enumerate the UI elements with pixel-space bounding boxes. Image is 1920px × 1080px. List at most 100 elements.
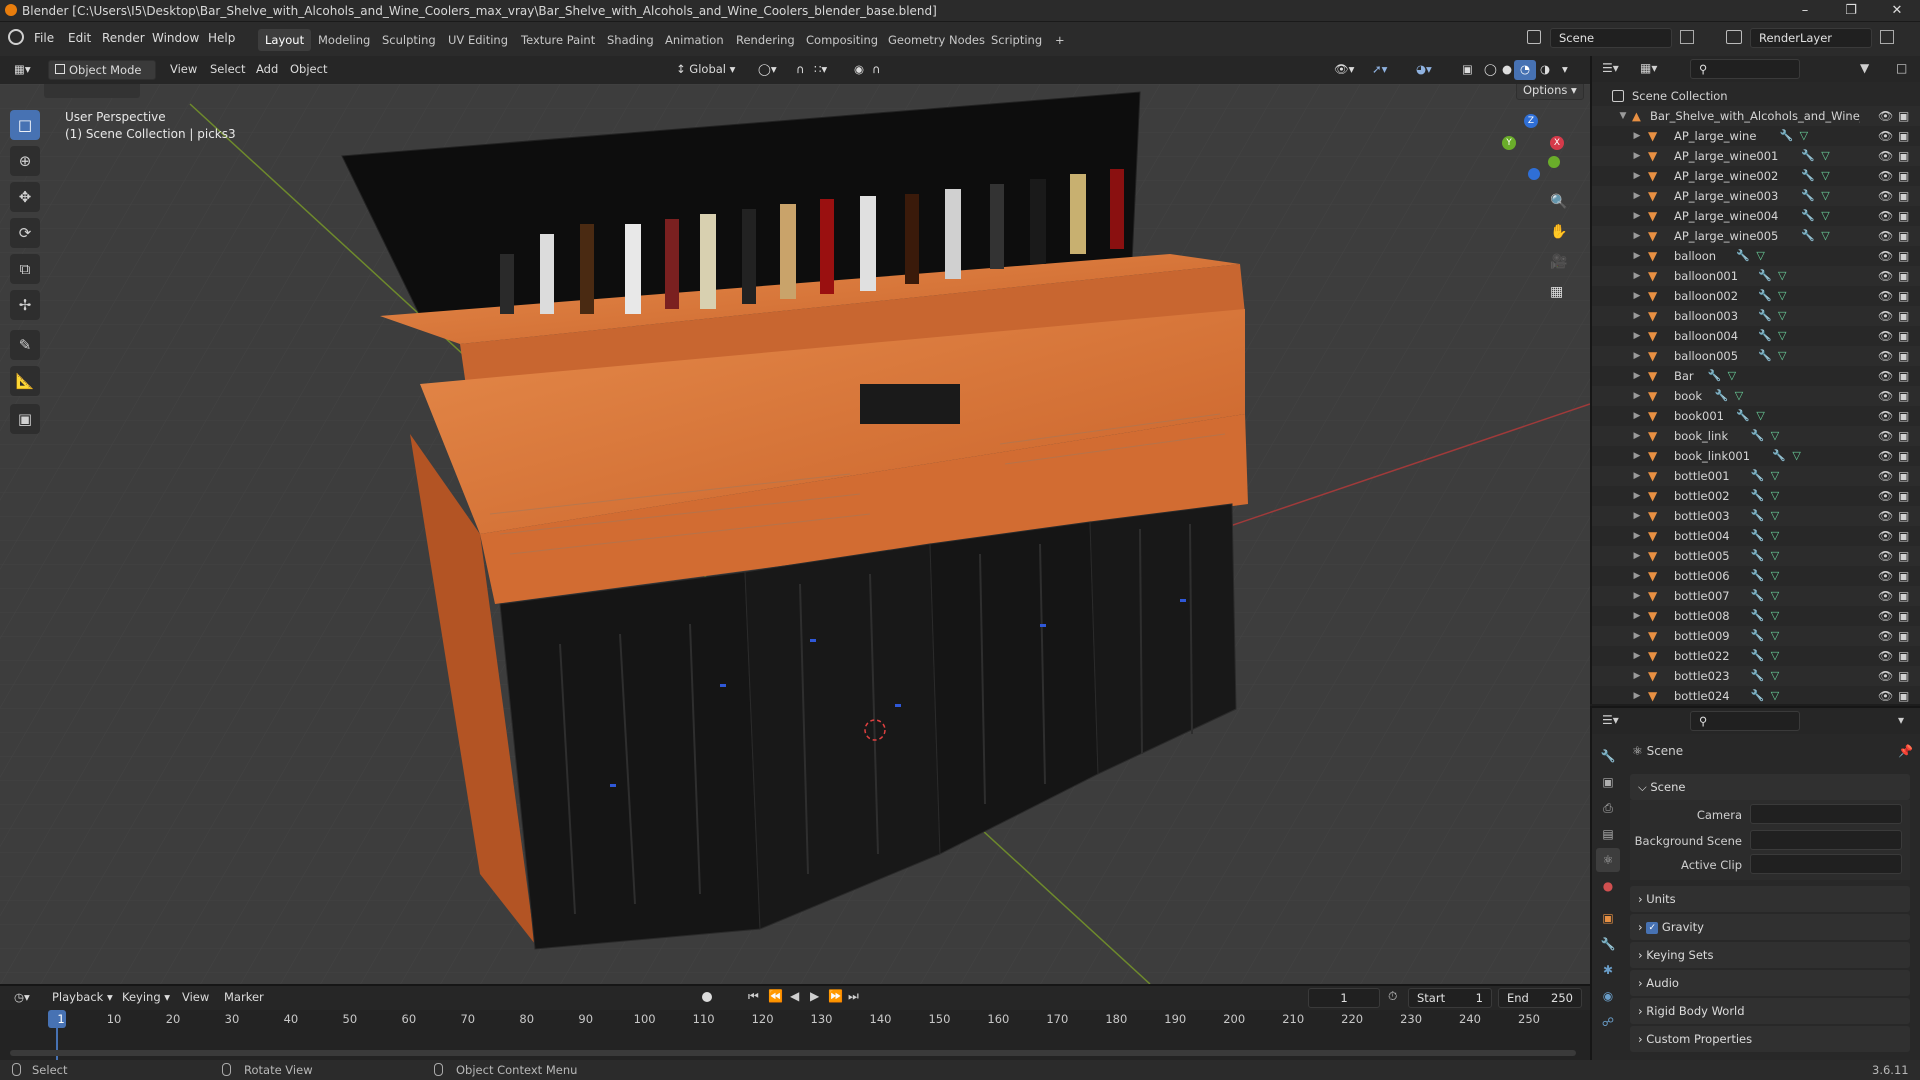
modifier-icon[interactable]: 🔧 xyxy=(1801,166,1815,186)
outliner-editor-icon[interactable]: ☰▾ xyxy=(1602,61,1619,75)
preview-range-icon[interactable]: ⏱ xyxy=(1388,989,1397,1004)
transform-orientation-dropdown[interactable]: ↕ Global ▾ xyxy=(670,60,741,80)
outliner-item[interactable]: ▶ ▼ balloon 🔧 ▽ 👁 ▣ xyxy=(1592,246,1920,266)
shading-options-icon[interactable]: ▾ xyxy=(1556,60,1574,80)
expand-arrow-icon[interactable]: ▶ xyxy=(1632,646,1642,666)
menu-playback[interactable]: Playback ▾ xyxy=(46,988,119,1008)
camera-view-icon[interactable]: 🎥 xyxy=(1550,254,1567,270)
keying-sets-panel[interactable]: › Keying Sets xyxy=(1630,942,1910,968)
modifier-icon[interactable]: 🔧 xyxy=(1758,266,1772,286)
view-layer-tab-icon[interactable]: ▤ xyxy=(1596,822,1620,846)
gizmo-y-axis[interactable]: Y xyxy=(1502,136,1516,150)
camera-render-icon[interactable]: ▣ xyxy=(1898,466,1909,486)
end-frame-field[interactable]: End 250 xyxy=(1498,988,1582,1008)
add-cube-tool[interactable]: ▣ xyxy=(10,404,40,434)
outliner-scene-collection[interactable]: Scene Collection xyxy=(1592,86,1920,106)
modifier-icon[interactable]: 🔧 xyxy=(1751,566,1765,586)
camera-render-icon[interactable]: ▣ xyxy=(1898,506,1909,526)
modifier-icon[interactable]: 🔧 xyxy=(1751,546,1765,566)
eye-icon[interactable]: 👁 xyxy=(1878,206,1893,226)
scene-panel-header[interactable]: ⌵ Scene xyxy=(1630,774,1910,800)
display-mode-icon[interactable]: ▦▾ xyxy=(1640,61,1657,75)
eye-icon[interactable]: 👁 xyxy=(1878,386,1893,406)
mesh-data-icon[interactable]: ▽ xyxy=(1756,406,1764,426)
add-workspace-button[interactable]: + xyxy=(1048,29,1072,51)
menu-object[interactable]: Object xyxy=(284,60,333,80)
expand-arrow-icon[interactable]: ▶ xyxy=(1632,606,1642,626)
3d-viewport[interactable]: User Perspective (1) Scene Collection | … xyxy=(0,84,1590,984)
expand-arrow-icon[interactable]: ▶ xyxy=(1632,406,1642,426)
expand-arrow-icon[interactable]: ▶ xyxy=(1632,246,1642,266)
editor-type-icon[interactable]: ▦▾ xyxy=(8,60,37,80)
new-scene-icon[interactable] xyxy=(1680,30,1694,44)
gizmo-x-axis[interactable]: X xyxy=(1550,136,1564,150)
falloff-icon[interactable]: ∩ xyxy=(866,60,886,80)
outliner-item[interactable]: ▶ ▼ balloon004 🔧 ▽ 👁 ▣ xyxy=(1592,326,1920,346)
camera-render-icon[interactable]: ▣ xyxy=(1898,566,1909,586)
timeline-scrollbar[interactable] xyxy=(10,1050,1576,1056)
renderlayer-icon[interactable] xyxy=(1726,30,1742,44)
eye-icon[interactable]: 👁 xyxy=(1878,646,1893,666)
units-panel[interactable]: › Units xyxy=(1630,886,1910,912)
outliner-search-input[interactable]: ⚲ xyxy=(1690,59,1800,79)
filter-icon[interactable]: ▼ xyxy=(1860,61,1869,75)
rendered-shading-icon[interactable]: ◑ xyxy=(1534,60,1556,80)
transform-tool[interactable]: ✢ xyxy=(10,290,40,320)
tab-shading[interactable]: Shading xyxy=(600,29,661,51)
modifier-icon[interactable]: 🔧 xyxy=(1758,306,1772,326)
mesh-data-icon[interactable]: ▽ xyxy=(1771,426,1779,446)
eye-icon[interactable]: 👁 xyxy=(1878,106,1893,126)
camera-render-icon[interactable]: ▣ xyxy=(1898,106,1909,126)
eye-icon[interactable]: 👁 xyxy=(1878,226,1893,246)
menu-file[interactable]: File xyxy=(30,28,58,48)
modifier-icon[interactable]: 🔧 xyxy=(1736,406,1750,426)
expand-arrow-icon[interactable]: ▶ xyxy=(1632,266,1642,286)
outliner-item[interactable]: ▶ ▼ balloon002 🔧 ▽ 👁 ▣ xyxy=(1592,286,1920,306)
jump-start-icon[interactable]: ⏮ xyxy=(748,989,759,1004)
expand-arrow-icon[interactable]: ▶ xyxy=(1632,146,1642,166)
camera-render-icon[interactable]: ▣ xyxy=(1898,486,1909,506)
mesh-data-icon[interactable]: ▽ xyxy=(1800,126,1808,146)
camera-render-icon[interactable]: ▣ xyxy=(1898,246,1909,266)
outliner-item[interactable]: ▶ ▼ book 🔧 ▽ 👁 ▣ xyxy=(1592,386,1920,406)
gizmo-neg-z[interactable] xyxy=(1528,168,1540,180)
eye-icon[interactable]: 👁 xyxy=(1878,546,1893,566)
particles-tab-icon[interactable]: ✱ xyxy=(1596,958,1620,982)
modifier-icon[interactable]: 🔧 xyxy=(1801,226,1815,246)
current-frame-field[interactable]: 1 xyxy=(1308,988,1380,1008)
eye-icon[interactable]: 👁 xyxy=(1878,346,1893,366)
select-mode-icons[interactable] xyxy=(44,84,140,98)
expand-arrow-icon[interactable]: ▶ xyxy=(1632,466,1642,486)
modifier-icon[interactable]: 🔧 xyxy=(1751,606,1765,626)
expand-arrow-icon[interactable]: ▶ xyxy=(1632,486,1642,506)
snap-target-icon[interactable]: ∷▾ xyxy=(808,60,833,80)
modifier-icon[interactable]: 🔧 xyxy=(1751,526,1765,546)
mesh-data-icon[interactable]: ▽ xyxy=(1771,626,1779,646)
modifier-tab-icon[interactable]: 🔧 xyxy=(1596,932,1620,956)
mesh-data-icon[interactable]: ▽ xyxy=(1821,206,1829,226)
properties-editor-icon[interactable]: ☰▾ xyxy=(1602,713,1619,727)
modifier-icon[interactable]: 🔧 xyxy=(1751,626,1765,646)
mesh-data-icon[interactable]: ▽ xyxy=(1778,286,1786,306)
start-frame-field[interactable]: Start 1 xyxy=(1408,988,1492,1008)
gizmo-z-axis[interactable]: Z xyxy=(1524,114,1538,128)
mesh-data-icon[interactable]: ▽ xyxy=(1778,266,1786,286)
modifier-icon[interactable]: 🔧 xyxy=(1751,646,1765,666)
expand-arrow-icon[interactable]: ▶ xyxy=(1632,366,1642,386)
outliner-item[interactable]: ▶ ▼ AP_large_wine005 🔧 ▽ 👁 ▣ xyxy=(1592,226,1920,246)
pivot-icon[interactable]: ◯▾ xyxy=(752,60,783,80)
menu-add[interactable]: Add xyxy=(250,60,284,80)
cursor-tool[interactable]: ⊕ xyxy=(10,146,40,176)
tab-compositing[interactable]: Compositing xyxy=(799,29,885,51)
outliner-item[interactable]: ▶ ▼ bottle001 🔧 ▽ 👁 ▣ xyxy=(1592,466,1920,486)
tab-modeling[interactable]: Modeling xyxy=(311,29,377,51)
modifier-icon[interactable]: 🔧 xyxy=(1758,346,1772,366)
camera-render-icon[interactable]: ▣ xyxy=(1898,306,1909,326)
expand-arrow-icon[interactable]: ▶ xyxy=(1632,446,1642,466)
modifier-icon[interactable]: 🔧 xyxy=(1715,386,1729,406)
mesh-data-icon[interactable]: ▽ xyxy=(1771,526,1779,546)
modifier-icon[interactable]: 🔧 xyxy=(1801,186,1815,206)
expand-arrow-icon[interactable]: ▶ xyxy=(1632,426,1642,446)
eye-icon[interactable]: 👁 xyxy=(1878,146,1893,166)
eye-icon[interactable]: 👁 xyxy=(1878,466,1893,486)
